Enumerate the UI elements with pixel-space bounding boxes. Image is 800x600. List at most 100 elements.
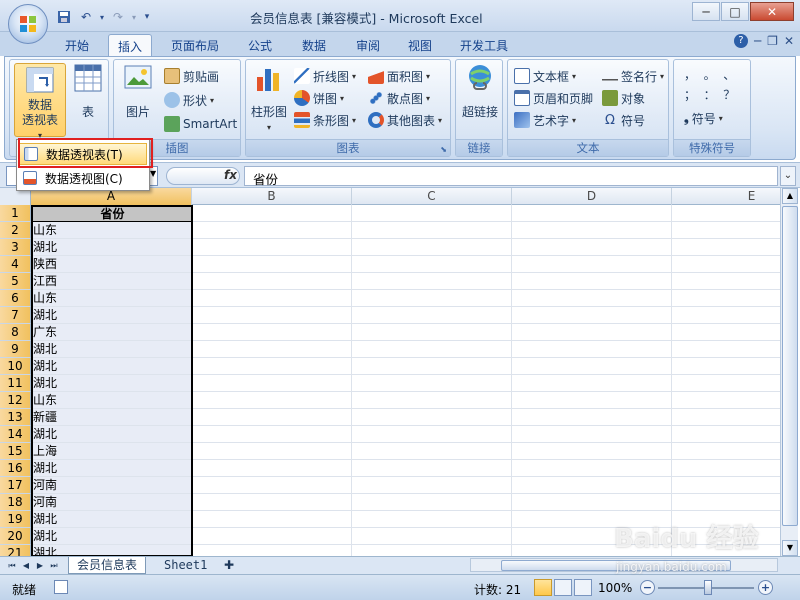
cell-a[interactable]: 广东 [31,324,192,341]
last-sheet-icon[interactable]: ⏭ [48,559,60,573]
cell-a[interactable]: 新疆 [31,409,192,426]
tab-review[interactable]: 审阅 [346,34,390,56]
object-button[interactable]: 对象 [602,88,645,108]
workbook-close-icon[interactable]: ✕ [784,34,794,48]
special-chars-row-1[interactable]: ， 。 、 [684,66,735,83]
empty-cell[interactable] [512,392,672,409]
ribbon-minimize-icon[interactable]: ─ [754,34,761,48]
empty-cell[interactable] [352,222,512,239]
normal-view-icon[interactable] [534,579,552,596]
scroll-down-icon[interactable]: ▼ [782,540,798,556]
empty-cell[interactable] [512,324,672,341]
empty-cell[interactable] [192,545,352,556]
row-header[interactable]: 21 [0,545,31,556]
save-icon[interactable] [54,7,74,27]
empty-cell[interactable] [672,460,780,477]
next-sheet-icon[interactable]: ▶ [34,559,46,573]
row-header[interactable]: 6 [0,290,31,307]
minimize-icon[interactable]: ─ [692,2,720,21]
tab-developer[interactable]: 开发工具 [452,34,516,56]
cell-a[interactable]: 山东 [31,222,192,239]
row-header[interactable]: 7 [0,307,31,324]
special-chars-row-2[interactable]: ； ： ？ [684,86,735,103]
empty-cell[interactable] [192,494,352,511]
page-break-view-icon[interactable] [574,579,592,596]
row-header[interactable]: 2 [0,222,31,239]
formula-input[interactable]: 省份 [244,166,778,187]
empty-cell[interactable] [512,239,672,256]
charts-dialog-launcher-icon[interactable]: ⬊ [440,145,447,154]
vertical-scroll-thumb[interactable] [782,206,798,526]
empty-cell[interactable] [192,358,352,375]
empty-cell[interactable] [352,205,512,222]
empty-cell[interactable] [192,443,352,460]
hyperlink-button[interactable]: 超链接 [458,63,502,120]
redo-icon[interactable]: ↷ [108,7,128,27]
empty-cell[interactable] [512,341,672,358]
empty-cell[interactable] [512,409,672,426]
empty-cell[interactable] [192,392,352,409]
redo-dropdown-icon[interactable]: ▾ [130,7,138,27]
empty-cell[interactable] [352,409,512,426]
empty-cell[interactable] [192,426,352,443]
empty-cell[interactable] [352,460,512,477]
column-header-b[interactable]: B [192,188,352,205]
empty-cell[interactable] [512,494,672,511]
empty-cell[interactable] [352,375,512,392]
empty-cell[interactable] [512,358,672,375]
empty-cell[interactable] [672,409,780,426]
empty-cell[interactable] [352,239,512,256]
first-sheet-icon[interactable]: ⏮ [6,559,18,573]
empty-cell[interactable] [672,256,780,273]
row-header[interactable]: 13 [0,409,31,426]
empty-cell[interactable] [352,273,512,290]
textbox-button[interactable]: 文本框 ▾ [514,66,576,86]
empty-cell[interactable] [192,273,352,290]
empty-cell[interactable] [192,375,352,392]
zoom-out-icon[interactable]: − [640,580,655,595]
empty-cell[interactable] [512,290,672,307]
scroll-up-icon[interactable]: ▲ [782,188,798,204]
cell-a[interactable]: 湖北 [31,375,192,392]
cell-a[interactable]: 湖北 [31,341,192,358]
zoom-slider-thumb[interactable] [704,580,712,595]
row-header[interactable]: 20 [0,528,31,545]
undo-icon[interactable]: ↶ [76,7,96,27]
empty-cell[interactable] [672,358,780,375]
table-button[interactable]: 表 [70,63,106,120]
empty-cell[interactable] [352,392,512,409]
zoom-level[interactable]: 100% [598,581,632,595]
row-header[interactable]: 19 [0,511,31,528]
empty-cell[interactable] [192,409,352,426]
customize-qat-icon[interactable]: ▾ [140,7,154,27]
empty-cell[interactable] [192,511,352,528]
row-header[interactable]: 8 [0,324,31,341]
cell-a[interactable]: 河南 [31,477,192,494]
cell-a[interactable]: 上海 [31,443,192,460]
cell-a[interactable]: 陕西 [31,256,192,273]
menu-item-pivot-chart[interactable]: 数据透视图(C) [19,167,147,189]
empty-cell[interactable] [352,358,512,375]
empty-cell[interactable] [192,341,352,358]
column-header-e[interactable]: E [672,188,780,205]
picture-button[interactable]: 图片 [118,63,158,120]
empty-cell[interactable] [512,375,672,392]
symbol-button[interactable]: Ω 符号 [602,110,645,130]
undo-dropdown-icon[interactable]: ▾ [98,7,106,27]
empty-cell[interactable] [672,426,780,443]
row-header[interactable]: 11 [0,375,31,392]
header-footer-button[interactable]: 页眉和页脚 [514,88,593,108]
cell-a[interactable]: 山东 [31,290,192,307]
empty-cell[interactable] [192,528,352,545]
empty-cell[interactable] [672,205,780,222]
row-header[interactable]: 16 [0,460,31,477]
empty-cell[interactable] [352,511,512,528]
insert-sheet-icon[interactable]: ✚ [216,557,242,574]
empty-cell[interactable] [192,460,352,477]
empty-cell[interactable] [352,324,512,341]
empty-cell[interactable] [512,205,672,222]
sheet-tab-member-info[interactable]: 会员信息表 [68,557,147,574]
column-chart-button[interactable]: 柱形图 ▾ [248,63,290,135]
office-button[interactable] [8,4,48,44]
zoom-in-icon[interactable]: + [758,580,773,595]
